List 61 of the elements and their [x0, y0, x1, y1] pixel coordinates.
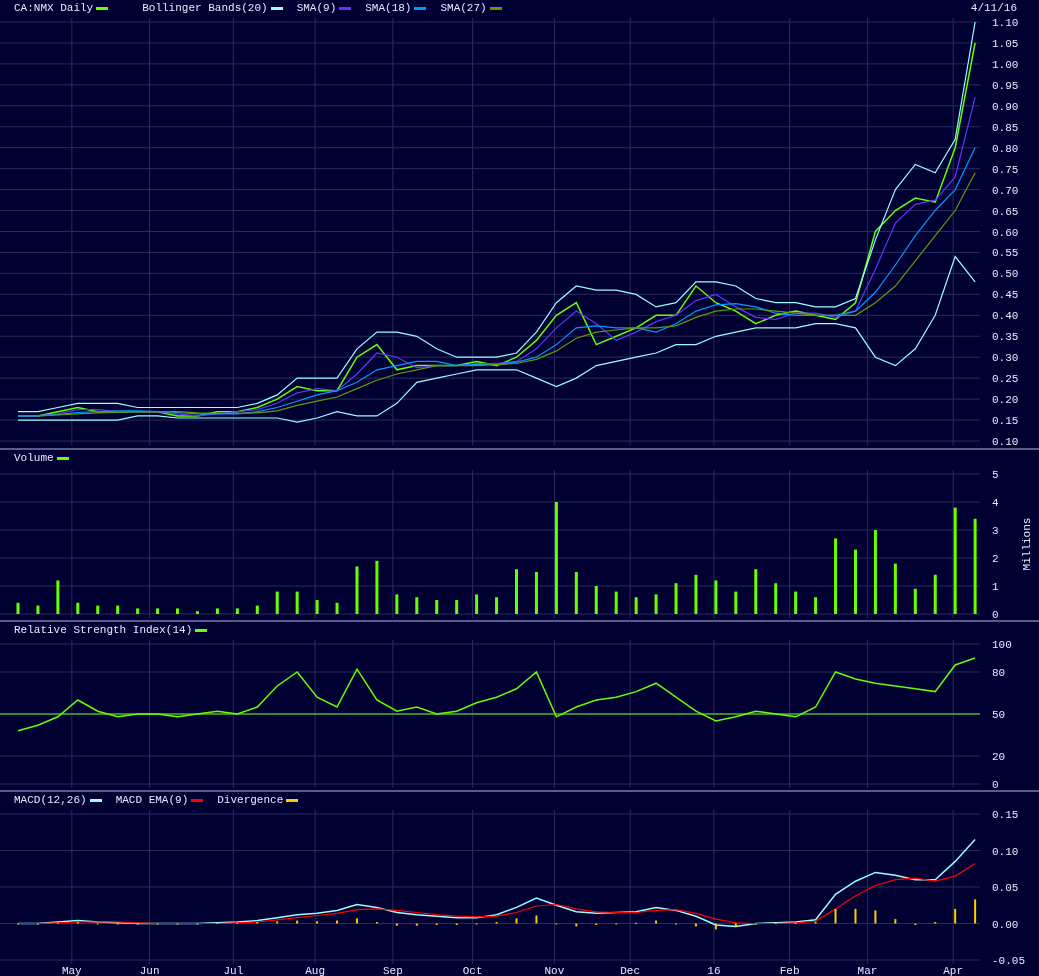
axis-tick-label: 0.25: [992, 373, 1019, 386]
axis-tick-label: 2: [992, 553, 999, 565]
axis-tick-label: 0.30: [992, 352, 1019, 365]
axis-tick-label: 4: [992, 497, 999, 509]
chart-date: 4/11/16: [970, 0, 1017, 16]
axis-tick-label: 0.15: [992, 809, 1019, 821]
axis-tick-label: 16: [707, 965, 721, 976]
axis-tick-label: 0.35: [992, 331, 1019, 344]
axis-tick-label: Mar: [857, 965, 878, 976]
axis-tick-label: 80: [992, 667, 1006, 679]
axis-tick-label: 0.15: [992, 415, 1019, 428]
legend-label: Volume: [14, 450, 54, 466]
axis-tick-label: 1.00: [992, 58, 1019, 71]
legend-label: MACD(12,26): [14, 792, 87, 808]
axis-tick-label: 0.20: [992, 394, 1019, 407]
axis-tick-label: Nov: [544, 965, 565, 976]
axis-tick-label: 0: [992, 609, 999, 620]
axis-tick-label: 50: [992, 709, 1006, 721]
legend-label: Bollinger Bands(20): [142, 0, 268, 16]
legend-label: SMA(18): [365, 0, 412, 16]
axis-tick-label: 0.70: [992, 184, 1019, 197]
legend-label: MACD EMA(9): [115, 792, 189, 808]
legend-label: Divergence: [217, 792, 284, 808]
axis-tick-label: 0.80: [992, 142, 1019, 155]
axis-tick-label: 0.50: [992, 268, 1019, 281]
axis-tick-label: 0.45: [992, 289, 1019, 302]
axis-tick-label: 0.75: [992, 163, 1019, 176]
axis-tick-label: Apr: [943, 965, 964, 976]
axis-tick-label: 0.10: [992, 436, 1019, 448]
axis-tick-label: 20: [992, 751, 1006, 763]
axis-tick-label: 1.10: [992, 17, 1019, 29]
axis-tick-label: Jun: [139, 965, 160, 976]
axis-tick-label: 1: [992, 581, 999, 593]
axis-tick-label: 0: [992, 779, 999, 790]
axis-tick-label: 0.55: [992, 247, 1019, 260]
axis-tick-label: 100: [992, 639, 1012, 651]
axis-tick-label: 0.85: [992, 121, 1019, 134]
axis-tick-label: 0.00: [992, 918, 1019, 931]
axis-tick-label: 1.05: [992, 37, 1019, 50]
axis-tick-label: 5: [992, 469, 999, 481]
legend-label: SMA(9): [296, 0, 337, 16]
legend-label: CA:NMX Daily: [14, 0, 94, 16]
axis-tick-label: Feb: [779, 965, 800, 976]
axis-tick-label: 0.90: [992, 100, 1019, 113]
axis-tick-label: 0.95: [992, 79, 1019, 92]
axis-tick-label: -0.05: [992, 955, 1025, 967]
axis-title: Millions: [1021, 517, 1033, 571]
axis-tick-label: 0.60: [992, 226, 1019, 239]
axis-tick-label: 3: [992, 525, 999, 537]
axis-tick-label: Aug: [305, 965, 325, 976]
axis-tick-label: Dec: [620, 965, 641, 976]
axis-tick-label: 0.10: [992, 845, 1019, 858]
axis-tick-label: Jul: [223, 965, 244, 976]
axis-tick-label: Oct: [462, 965, 483, 976]
axis-tick-label: 0.05: [992, 882, 1019, 894]
axis-tick-label: 0.65: [992, 205, 1019, 218]
legend-label: Relative Strength Index(14): [14, 622, 193, 638]
axis-tick-label: 0.40: [992, 310, 1019, 323]
legend-label: SMA(27): [440, 0, 487, 16]
axis-tick-label: Sep: [382, 965, 403, 976]
axis-tick-label: May: [61, 965, 82, 976]
